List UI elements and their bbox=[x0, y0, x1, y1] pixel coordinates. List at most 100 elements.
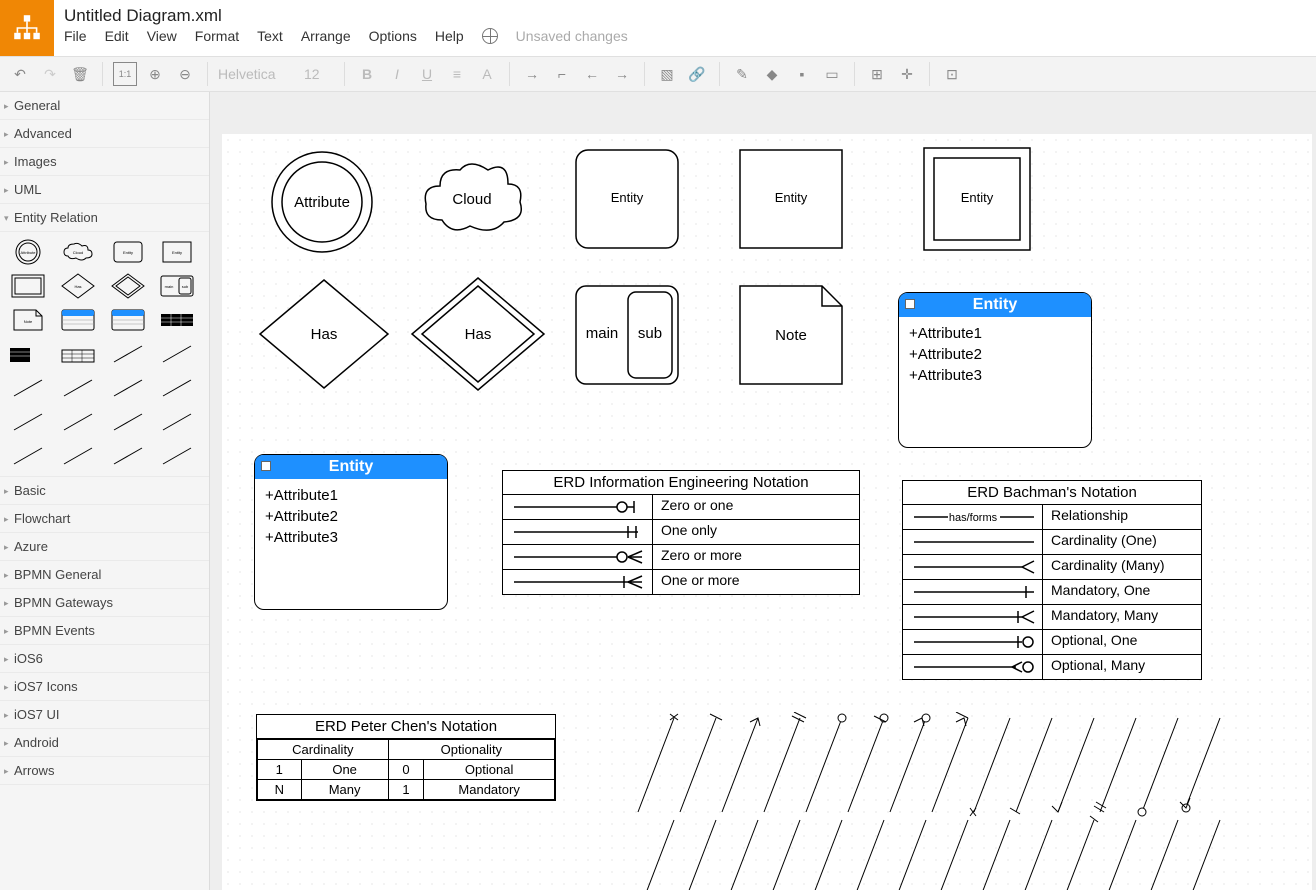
shape-line-12[interactable] bbox=[58, 442, 98, 470]
fill-color-button[interactable]: ◆ bbox=[760, 62, 784, 86]
zoom-in-button[interactable]: ⊕ bbox=[143, 62, 167, 86]
undo-button[interactable]: ↶ bbox=[8, 62, 32, 86]
font-color-button[interactable]: A bbox=[475, 62, 499, 86]
shape-entity-table1[interactable] bbox=[58, 306, 98, 334]
menu-arrange[interactable]: Arrange bbox=[301, 28, 351, 44]
guides-button[interactable]: ✛ bbox=[895, 62, 919, 86]
palette-ios7-icons[interactable]: iOS7 Icons bbox=[0, 673, 209, 701]
shape-entity-table2[interactable] bbox=[108, 306, 148, 334]
sidebar: General Advanced Images UML Entity Relat… bbox=[0, 92, 210, 890]
underline-button[interactable]: U bbox=[415, 62, 439, 86]
palette-android[interactable]: Android bbox=[0, 729, 209, 757]
arrow-end-button[interactable]: → bbox=[610, 62, 634, 86]
palette-general[interactable]: General bbox=[0, 92, 209, 120]
menu-format[interactable]: Format bbox=[195, 28, 239, 44]
container-button[interactable]: ▭ bbox=[820, 62, 844, 86]
palette-uml[interactable]: UML bbox=[0, 176, 209, 204]
waypoint-button[interactable]: ⌐ bbox=[550, 62, 574, 86]
canvas-area[interactable]: Attribute Cloud Entity Entity Entity Has… bbox=[210, 92, 1316, 890]
shape-entity-rounded[interactable]: Entity bbox=[108, 238, 148, 266]
bold-button[interactable]: B bbox=[355, 62, 379, 86]
shape-line-13[interactable] bbox=[108, 442, 148, 470]
canvas-has-double-diamond[interactable]: Has bbox=[408, 274, 548, 394]
menu-edit[interactable]: Edit bbox=[105, 28, 129, 44]
document-title[interactable]: Untitled Diagram.xml bbox=[64, 4, 1306, 26]
menu-file[interactable]: File bbox=[64, 28, 87, 44]
canvas-entity-double[interactable]: Entity bbox=[922, 146, 1032, 252]
canvas-entity-table-1[interactable]: -Entity +Attribute1 +Attribute2 +Attribu… bbox=[898, 292, 1092, 448]
chen-h2: Optionality bbox=[388, 740, 554, 760]
shadow-button[interactable]: ▪ bbox=[790, 62, 814, 86]
palette-arrows[interactable]: Arrows bbox=[0, 757, 209, 785]
grid-button[interactable]: ⊞ bbox=[865, 62, 889, 86]
menu-options[interactable]: Options bbox=[369, 28, 417, 44]
canvas-ie-notation[interactable]: ERD Information Engineering Notation Zer… bbox=[502, 470, 860, 595]
shape-note[interactable]: Note bbox=[8, 306, 48, 334]
shape-has-diamond[interactable]: Has bbox=[58, 272, 98, 300]
shape-main-sub[interactable]: mainsub bbox=[157, 272, 197, 300]
canvas-main-sub[interactable]: mainsub bbox=[572, 282, 682, 388]
align-button[interactable]: ≡ bbox=[445, 62, 469, 86]
shape-line-9[interactable] bbox=[108, 408, 148, 436]
shape-line-14[interactable] bbox=[157, 442, 197, 470]
shape-attribute[interactable]: Attribute bbox=[8, 238, 48, 266]
palette-ios6[interactable]: iOS6 bbox=[0, 645, 209, 673]
redo-button[interactable]: ↷ bbox=[38, 62, 62, 86]
canvas-chen-notation[interactable]: ERD Peter Chen's Notation CardinalityOpt… bbox=[256, 714, 556, 801]
palette-ios7-ui[interactable]: iOS7 UI bbox=[0, 701, 209, 729]
canvas-connector-samples-2[interactable] bbox=[632, 814, 1292, 890]
svg-text:Attribute: Attribute bbox=[21, 250, 37, 255]
canvas-entity-table-2[interactable]: -Entity +Attribute1 +Attribute2 +Attribu… bbox=[254, 454, 448, 610]
canvas-note[interactable]: Note bbox=[736, 282, 846, 388]
canvas-has-diamond[interactable]: Has bbox=[254, 274, 394, 394]
palette-bpmn-gateways[interactable]: BPMN Gateways bbox=[0, 589, 209, 617]
shape-line-4[interactable] bbox=[58, 374, 98, 402]
language-icon[interactable] bbox=[482, 28, 498, 44]
shape-table-dark2[interactable] bbox=[8, 340, 48, 368]
menu-view[interactable]: View bbox=[147, 28, 177, 44]
shape-cloud[interactable]: Cloud bbox=[58, 238, 98, 266]
shape-line-2[interactable] bbox=[157, 340, 197, 368]
shape-has-double-diamond[interactable] bbox=[108, 272, 148, 300]
menu-help[interactable]: Help bbox=[435, 28, 464, 44]
shape-entity-double[interactable] bbox=[8, 272, 48, 300]
palette-images[interactable]: Images bbox=[0, 148, 209, 176]
shape-line-3[interactable] bbox=[8, 374, 48, 402]
menu-text[interactable]: Text bbox=[257, 28, 283, 44]
arrow-start-button[interactable]: ← bbox=[580, 62, 604, 86]
shape-line-1[interactable] bbox=[108, 340, 148, 368]
shape-line-8[interactable] bbox=[58, 408, 98, 436]
fit-button[interactable]: 1:1 bbox=[113, 62, 137, 86]
palette-advanced[interactable]: Advanced bbox=[0, 120, 209, 148]
shape-line-11[interactable] bbox=[8, 442, 48, 470]
palette-azure[interactable]: Azure bbox=[0, 533, 209, 561]
delete-button[interactable]: 🗑 bbox=[68, 62, 92, 86]
shape-line-10[interactable] bbox=[157, 408, 197, 436]
italic-button[interactable]: I bbox=[385, 62, 409, 86]
palette-basic[interactable]: Basic bbox=[0, 477, 209, 505]
layout-button[interactable]: ⊡ bbox=[940, 62, 964, 86]
canvas-entity-rect[interactable]: Entity bbox=[736, 146, 846, 252]
canvas-attribute[interactable]: Attribute bbox=[262, 142, 382, 262]
canvas-entity-rounded[interactable]: Entity bbox=[572, 146, 682, 252]
shape-line-5[interactable] bbox=[108, 374, 148, 402]
canvas-connector-samples[interactable] bbox=[632, 712, 1292, 822]
shape-table-dark[interactable] bbox=[157, 306, 197, 334]
font-size[interactable]: 12 bbox=[304, 66, 334, 82]
link-button[interactable]: 🔗 bbox=[685, 62, 709, 86]
connection-button[interactable]: → bbox=[520, 62, 544, 86]
font-select[interactable]: Helvetica bbox=[218, 66, 298, 82]
zoom-out-button[interactable]: ⊖ bbox=[173, 62, 197, 86]
canvas-bachman-notation[interactable]: ERD Bachman's Notation has/formsRelation… bbox=[902, 480, 1202, 680]
line-color-button[interactable]: ✎ bbox=[730, 62, 754, 86]
palette-entity-relation[interactable]: Entity Relation bbox=[0, 204, 209, 232]
image-button[interactable]: ▧ bbox=[655, 62, 679, 86]
shape-table-light[interactable] bbox=[58, 340, 98, 368]
shape-entity-rect[interactable]: Entity bbox=[157, 238, 197, 266]
canvas-cloud[interactable]: Cloud bbox=[412, 150, 532, 250]
palette-bpmn-events[interactable]: BPMN Events bbox=[0, 617, 209, 645]
palette-bpmn-general[interactable]: BPMN General bbox=[0, 561, 209, 589]
palette-flowchart[interactable]: Flowchart bbox=[0, 505, 209, 533]
shape-line-6[interactable] bbox=[157, 374, 197, 402]
shape-line-7[interactable] bbox=[8, 408, 48, 436]
